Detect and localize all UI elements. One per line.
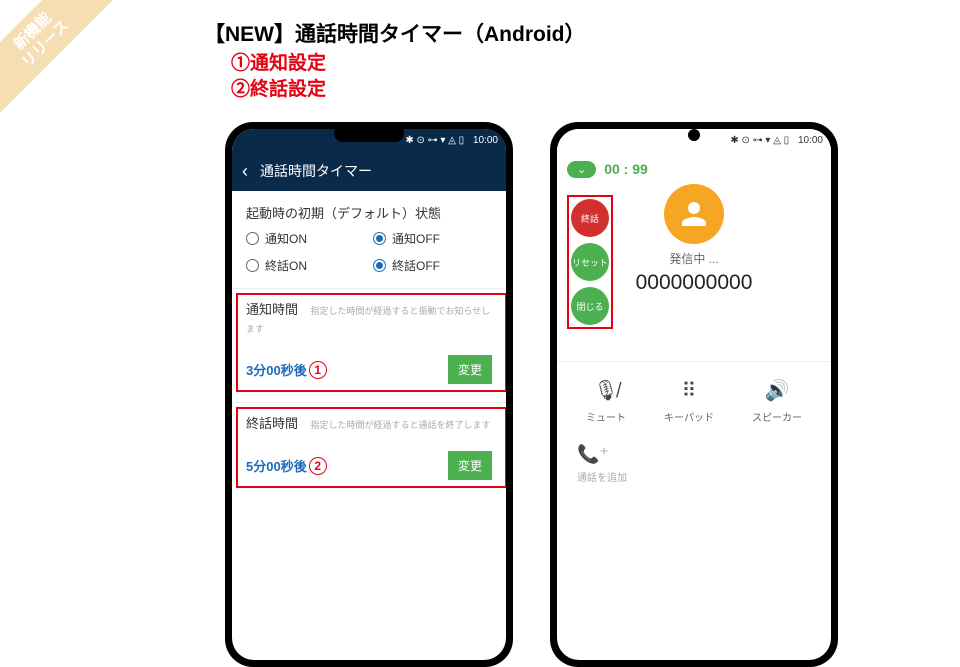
callout-2: ②終話設定 bbox=[231, 77, 326, 103]
notify-time-value: 3分00秒後 1 bbox=[246, 360, 327, 379]
reset-button[interactable]: リセット bbox=[571, 243, 609, 281]
callout-1: ①通知設定 bbox=[231, 51, 326, 77]
keypad-icon: ⠿ bbox=[682, 378, 697, 403]
add-call-icon: 📞⁺ bbox=[577, 444, 609, 465]
keypad-button[interactable]: ⠿ キーパッド bbox=[664, 378, 714, 424]
callout-marker-2: 2 bbox=[309, 457, 327, 475]
floating-timer-controls: 終話 リセット 閉じる bbox=[571, 199, 609, 325]
app-bar: ‹ 通話時間タイマー bbox=[232, 151, 506, 191]
page-title: 【NEW】通話時間タイマー（Android） bbox=[204, 18, 585, 48]
timer-collapse-pill[interactable]: ⌄ bbox=[567, 161, 596, 178]
close-button[interactable]: 閉じる bbox=[571, 287, 609, 325]
notify-time-block: 通知時間 指定した時間が経過すると振動でお知らせします 3分00秒後 1 変更 bbox=[232, 288, 506, 396]
radio-end-off[interactable]: 終話OFF bbox=[373, 257, 492, 274]
radio-notify-on[interactable]: 通知ON bbox=[246, 230, 365, 247]
mute-button[interactable]: 🎙︎̸ ミュート bbox=[586, 378, 626, 424]
radio-notify-off[interactable]: 通知OFF bbox=[373, 230, 492, 247]
speaker-button[interactable]: 🔊 スピーカー bbox=[752, 378, 802, 424]
default-state-label: 起動時の初期（デフォルト）状態 bbox=[232, 191, 506, 230]
call-elapsed-time: 00 : 99 bbox=[604, 161, 648, 177]
back-icon[interactable]: ‹ bbox=[242, 161, 248, 182]
end-time-value: 5分00秒後 2 bbox=[246, 456, 327, 475]
new-feature-banner: 新機能 リリース bbox=[0, 0, 123, 121]
call-actions-row: 🎙︎̸ ミュート ⠿ キーパッド 🔊 スピーカー bbox=[557, 361, 831, 432]
phone-mock-settings: ✱ ⊙ ⊶ ▾ ◬ ▯ 10:00 ‹ 通話時間タイマー 起動時の初期（デフォル… bbox=[225, 122, 513, 667]
phone-mock-call: ✱ ⊙ ⊶ ▾ ◬ ▯ 10:00 ⌄ 00 : 99 発信中 ... 0000… bbox=[550, 122, 838, 667]
notify-change-button[interactable]: 変更 bbox=[448, 355, 492, 384]
screen-title: 通話時間タイマー bbox=[260, 161, 372, 181]
caller-avatar bbox=[664, 184, 724, 244]
end-time-block: 終話時間 指定した時間が経過すると通話を終了します 5分00秒後 2 変更 bbox=[232, 402, 506, 492]
end-call-button[interactable]: 終話 bbox=[571, 199, 609, 237]
mute-icon: 🎙︎̸ bbox=[593, 378, 618, 403]
end-change-button[interactable]: 変更 bbox=[448, 451, 492, 480]
radio-end-on[interactable]: 終話ON bbox=[246, 257, 365, 274]
callout-list: ①通知設定 ②終話設定 bbox=[231, 51, 326, 102]
add-call-button[interactable]: 📞⁺ 通話を追加 bbox=[557, 432, 831, 496]
speaker-icon: 🔊 bbox=[765, 378, 790, 403]
callout-marker-1: 1 bbox=[309, 361, 327, 379]
